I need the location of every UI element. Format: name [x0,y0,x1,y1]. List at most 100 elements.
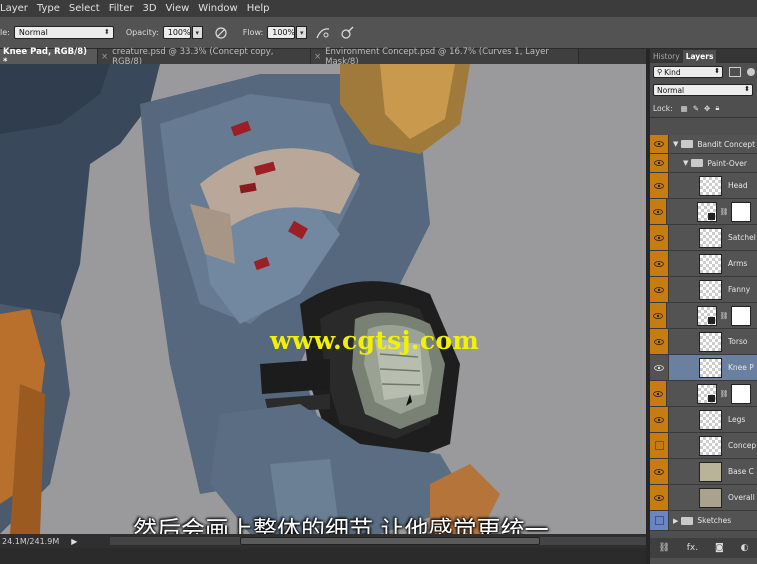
menu-view[interactable]: View [166,3,199,14]
layer-concept[interactable]: Concep [650,433,757,459]
layer-legs[interactable]: Legs [650,407,757,433]
adjustment-layer-icon[interactable]: ◐ [741,543,749,553]
expand-triangle-icon[interactable]: ▼ [683,159,688,167]
layers-list: ▼ Bandit Concept ▼ Paint-Over Head ⛓ Sat… [650,135,757,531]
dropdown-arrow-icon: ⬍ [103,28,110,36]
folder-icon [691,159,704,167]
lock-position-icon[interactable]: ✥ [704,104,710,113]
tablet-pressure-size-icon[interactable] [339,25,355,41]
adjustment-filter-icon[interactable] [747,68,755,76]
layer-thumbnail [699,331,722,352]
tab-environment[interactable]: × Environment Concept.psd @ 16.7% (Curve… [311,47,579,67]
visibility-eye-icon[interactable] [650,303,667,328]
layer-thumbnail [696,305,718,326]
link-layers-icon[interactable]: ⛓ [658,543,669,553]
folder-icon [681,140,694,148]
layer-masked-2[interactable]: ⛓ [650,303,757,329]
layer-name: Head [728,181,748,190]
visibility-eye-icon[interactable] [650,381,667,406]
close-icon[interactable]: × [101,52,108,62]
visibility-eye-icon[interactable] [650,485,669,510]
flow-dropdown[interactable]: ▾ [296,26,308,39]
visibility-eye-icon[interactable] [650,135,669,153]
menu-layer[interactable]: Layer [0,3,37,14]
opacity-dropdown[interactable]: ▾ [191,26,203,39]
layer-thumbnail [699,487,722,508]
layer-masked-1[interactable]: ⛓ [650,199,757,225]
layer-overall[interactable]: Overall [650,485,757,511]
watermark-text: www.cgtsj.com [270,326,480,355]
mode-label: le: [0,28,10,37]
visibility-eye-icon[interactable] [650,199,667,224]
layer-satchel[interactable]: Satchel [650,225,757,251]
airbrush-icon[interactable] [315,25,331,41]
blend-row: Normal ⬍ [650,81,757,99]
visibility-eye-icon[interactable] [650,355,669,380]
layer-base-color[interactable]: Base C [650,459,757,485]
visibility-eye-icon[interactable] [650,173,669,198]
layer-mask-thumbnail[interactable] [731,201,751,222]
layer-name: Sketches [697,516,732,525]
layer-knee-pad[interactable]: Knee P [650,355,757,381]
layer-effects-button[interactable]: fx. [687,543,698,553]
menu-filter[interactable]: Filter [109,3,143,14]
filter-kind-select[interactable]: ⚲ Kind ⬍ [653,66,723,78]
menu-window[interactable]: Window [198,3,246,14]
panel-tabs: History Layers [650,49,757,63]
visibility-eye-icon[interactable] [650,329,669,354]
expand-triangle-icon[interactable]: ▼ [673,140,678,148]
link-chain-icon: ⛓ [719,389,729,398]
hidden-square-icon [654,441,664,450]
menu-type[interactable]: Type [37,3,69,14]
flow-field[interactable]: 100% [267,26,296,39]
add-mask-icon[interactable]: ◙ [715,543,724,553]
mode-value: Normal [18,28,48,37]
visibility-toggle-off[interactable] [650,511,669,530]
menu-help[interactable]: Help [247,3,279,14]
layer-group-bandit-concept[interactable]: ▼ Bandit Concept [650,135,757,154]
options-bar: le: Normal ⬍ Opacity: 100% ▾ Flow: 100% … [0,17,757,49]
tab-knee-pad[interactable]: Knee Pad, RGB/8) * [0,47,98,67]
visibility-eye-icon[interactable] [650,251,669,276]
tab-layers[interactable]: Layers [682,50,717,63]
layer-group-sketches[interactable]: ▶ Sketches [650,511,757,531]
layer-name: Overall [728,493,755,502]
visibility-eye-icon[interactable] [650,277,669,302]
menu-3d[interactable]: 3D [142,3,165,14]
layer-mask-thumbnail[interactable] [731,305,751,326]
visibility-toggle-off[interactable] [650,433,669,458]
scrollbar-thumb[interactable] [240,537,540,545]
layer-fanny[interactable]: Fanny [650,277,757,303]
dropdown-arrow-icon: ⬍ [714,67,720,75]
layer-group-paint-over[interactable]: ▼ Paint-Over [650,154,757,173]
opacity-field[interactable]: 100% [162,26,191,39]
layer-mask-thumbnail[interactable] [731,383,751,404]
tab-creature[interactable]: × creature.psd @ 33.3% (Concept copy, RG… [98,47,311,67]
mode-select[interactable]: Normal ⬍ [13,26,114,39]
lock-transparent-icon[interactable]: ▦ [681,104,688,113]
layer-name: Concep [728,441,757,450]
hidden-square-icon [654,516,664,525]
horizontal-scrollbar[interactable] [110,537,646,545]
visibility-eye-icon[interactable] [650,154,669,172]
layer-arms[interactable]: Arms [650,251,757,277]
layer-torso[interactable]: Torso [650,329,757,355]
visibility-eye-icon[interactable] [650,407,669,432]
visibility-eye-icon[interactable] [650,225,669,250]
blend-mode-select[interactable]: Normal ⬍ [653,84,753,96]
play-icon[interactable]: ▶ [71,537,77,546]
layer-masked-3[interactable]: ⛓ [650,381,757,407]
lock-image-icon[interactable]: ✎ [693,104,699,113]
collapse-triangle-icon[interactable]: ▶ [673,517,678,525]
airbrush-pressure-icon[interactable] [213,25,229,41]
lock-all-icon[interactable]: 🔒︎ [715,103,719,113]
image-filter-icon[interactable] [729,67,741,77]
close-icon[interactable]: × [314,52,321,62]
tab-history[interactable]: History [650,50,683,63]
layer-thumbnail [699,409,722,430]
blend-mode-value: Normal [657,85,685,95]
menu-select[interactable]: Select [69,3,109,14]
document-canvas[interactable]: www.cgtsj.com [0,64,646,534]
layer-head[interactable]: Head [650,173,757,199]
visibility-eye-icon[interactable] [650,459,669,484]
